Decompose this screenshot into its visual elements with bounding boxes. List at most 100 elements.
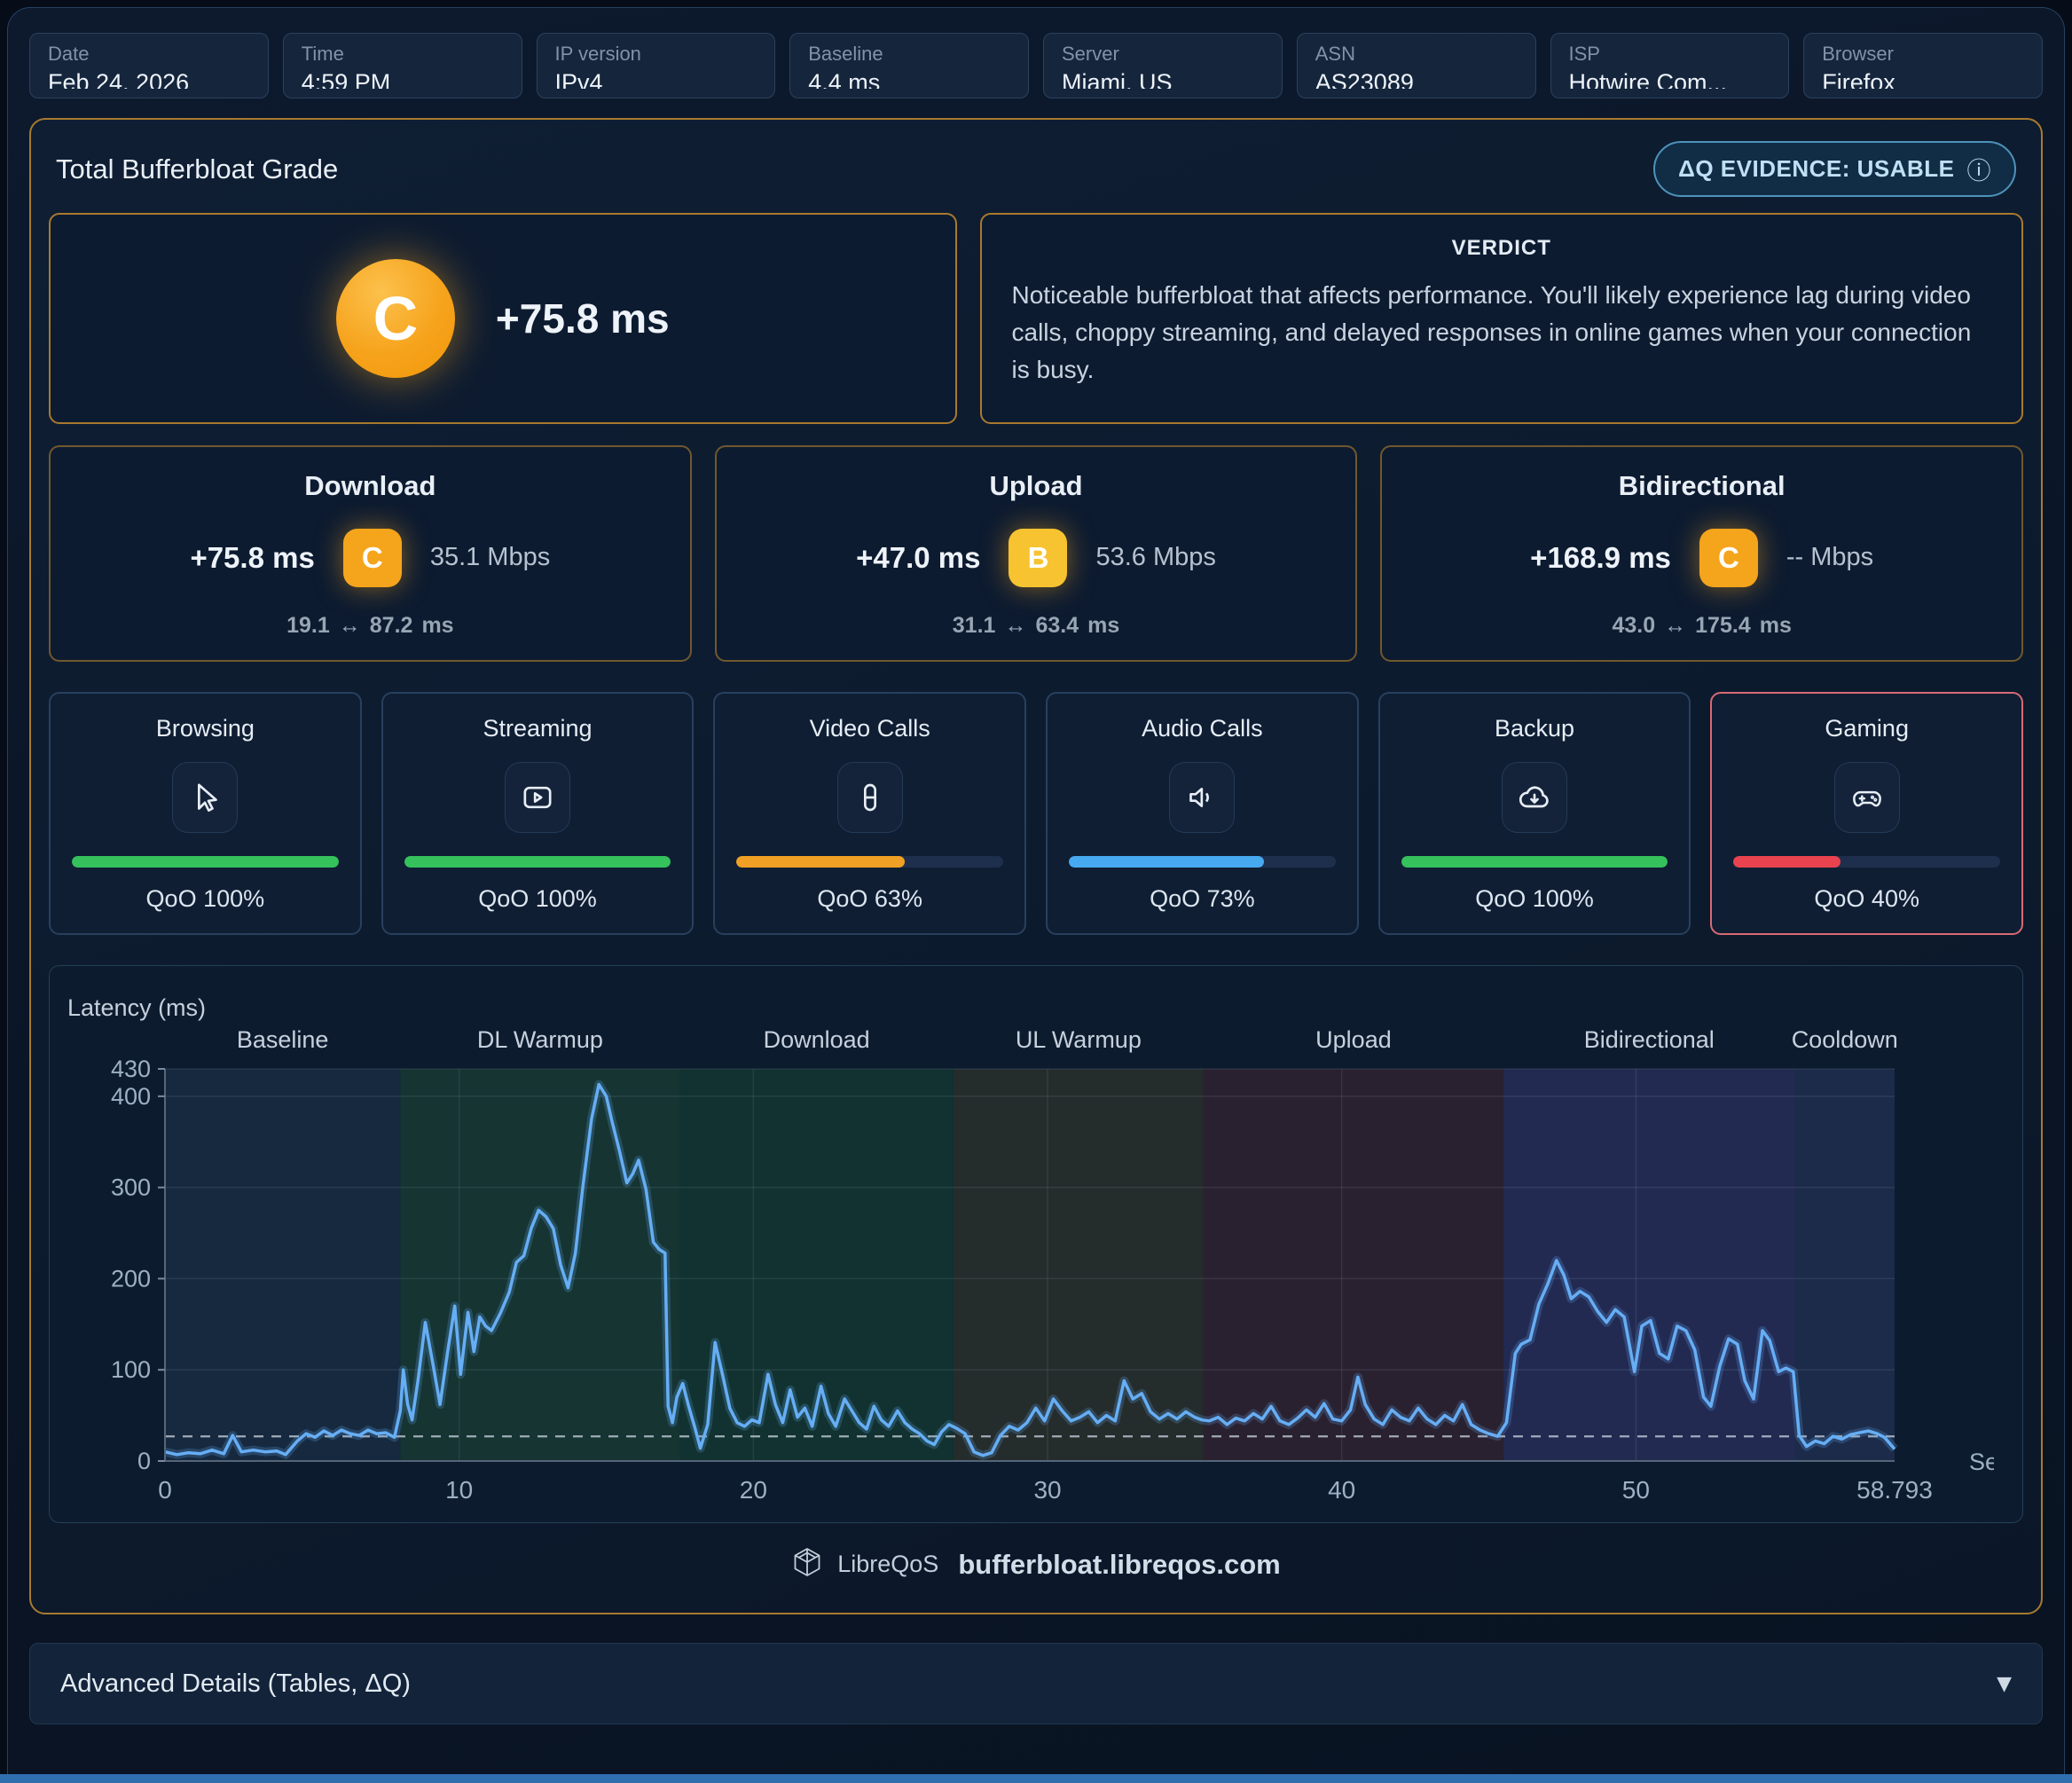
verdict-text: Noticeable bufferbloat that affects perf… xyxy=(1012,277,1991,389)
metrics-row: Download +75.8 ms C 35.1 Mbps 19.1 ↔ 87.… xyxy=(49,445,2023,662)
qoo-label: Backup xyxy=(1495,715,1574,742)
phase-band-baseline xyxy=(165,1069,400,1461)
meta-row: Date Feb 24, 2026 Time 4:59 PM IP versio… xyxy=(29,33,2043,98)
qoo-progress-fill xyxy=(1733,856,1840,868)
metric-speed: 35.1 Mbps xyxy=(430,543,550,572)
chevron-down-icon: ▼ xyxy=(1997,1673,2012,1695)
meta-label: ISP xyxy=(1569,43,1771,66)
video-player-icon xyxy=(505,762,570,833)
metric-card-download: Download +75.8 ms C 35.1 Mbps 19.1 ↔ 87.… xyxy=(49,445,692,662)
y-tick-label: 430 xyxy=(111,1056,151,1082)
qoo-value: QoO 100% xyxy=(478,885,597,913)
meta-value: 4:59 PM xyxy=(302,69,504,89)
meta-label: Server xyxy=(1062,43,1264,66)
meta-value: Hotwire Com... xyxy=(1569,69,1771,89)
metric-range: 19.1 ↔ 87.2 ms xyxy=(286,613,453,639)
metric-delta: +75.8 ms xyxy=(190,541,314,575)
metric-delta: +168.9 ms xyxy=(1530,541,1671,575)
speaker-icon xyxy=(1169,762,1235,833)
libreqos-logo-icon xyxy=(791,1546,823,1583)
x-tick-label: 30 xyxy=(1033,1476,1061,1504)
qoo-value: QoO 100% xyxy=(1475,885,1594,913)
x-tick-label: 58.793 xyxy=(1856,1476,1933,1504)
bufferbloat-grade-panel: Total Bufferbloat Grade ΔQ EVIDENCE: USA… xyxy=(29,118,2043,1614)
meta-label: ASN xyxy=(1315,43,1518,66)
brand-name: LibreQoS xyxy=(837,1551,938,1578)
bottom-accent-strip xyxy=(0,1774,2072,1783)
meta-card-isp: ISP Hotwire Com... xyxy=(1550,33,1790,98)
phase-label-bidirectional: Bidirectional xyxy=(1584,1026,1715,1053)
x-axis-title: Seconds xyxy=(1969,1449,1994,1475)
qoo-label: Streaming xyxy=(483,715,592,742)
meta-value: AS23089 xyxy=(1315,69,1518,89)
qoo-label: Video Calls xyxy=(810,715,930,742)
grade-circle: C xyxy=(336,259,455,378)
latency-chart-canvas: 01002003004004300102030405058.793Latency… xyxy=(60,980,2019,1517)
panel-header: Total Bufferbloat Grade ΔQ EVIDENCE: USA… xyxy=(49,137,2023,213)
metric-speed: -- Mbps xyxy=(1786,543,1873,572)
results-page: Date Feb 24, 2026 Time 4:59 PM IP versio… xyxy=(7,7,2065,1774)
grade-card: C +75.8 ms xyxy=(49,213,957,424)
qoo-label: Browsing xyxy=(156,715,255,742)
grade-row: C +75.8 ms VERDICT Noticeable bufferbloa… xyxy=(49,213,2023,424)
dq-evidence-badge[interactable]: ΔQ EVIDENCE: USABLE ⓘ xyxy=(1653,141,2016,197)
footer: LibreQoS bufferbloat.libreqos.com xyxy=(49,1546,2023,1583)
latency-chart-svg: 01002003004004300102030405058.793Latency… xyxy=(60,980,1994,1512)
y-tick-label: 200 xyxy=(111,1265,151,1292)
meta-value: Feb 24, 2026 xyxy=(48,69,250,89)
qoo-progress-track xyxy=(72,856,339,868)
meta-label: Time xyxy=(302,43,504,66)
metric-range: 43.0 ↔ 175.4 ms xyxy=(1612,613,1791,639)
metric-title: Bidirectional xyxy=(1619,470,1786,502)
cloud-download-icon xyxy=(1502,762,1567,833)
qoo-progress-track xyxy=(1733,856,2000,868)
qoo-card-streaming: Streaming QoO 100% xyxy=(381,692,695,935)
x-tick-label: 0 xyxy=(158,1476,172,1504)
qoo-label: Gaming xyxy=(1825,715,1909,742)
grade-delta: +75.8 ms xyxy=(496,295,670,342)
advanced-details-toggle[interactable]: Advanced Details (Tables, ΔQ) ▼ xyxy=(29,1643,2043,1724)
qoo-card-video-calls: Video Calls QoO 63% xyxy=(713,692,1026,935)
qoo-progress-fill xyxy=(736,856,904,868)
webcam-icon xyxy=(837,762,903,833)
metric-card-upload: Upload +47.0 ms B 53.6 Mbps 31.1 ↔ 63.4 … xyxy=(715,445,1358,662)
qoo-value: QoO 40% xyxy=(1814,885,1919,913)
qoo-card-gaming: Gaming QoO 40% xyxy=(1710,692,2023,935)
qoo-label: Audio Calls xyxy=(1142,715,1263,742)
meta-card-browser: Browser Firefox xyxy=(1803,33,2043,98)
meta-card-date: Date Feb 24, 2026 xyxy=(29,33,269,98)
info-icon[interactable]: ⓘ xyxy=(1967,152,1992,186)
range-arrow-icon: ↔ xyxy=(1004,613,1026,639)
meta-value: Firefox xyxy=(1822,69,2024,89)
verdict-title: VERDICT xyxy=(1012,236,1991,261)
y-tick-label: 0 xyxy=(137,1448,151,1474)
meta-label: Date xyxy=(48,43,250,66)
verdict-card: VERDICT Noticeable bufferbloat that affe… xyxy=(980,213,2023,424)
y-axis-title: Latency (ms) xyxy=(67,994,206,1021)
dq-evidence-label: ΔQ EVIDENCE: USABLE xyxy=(1678,155,1954,183)
qoo-progress-track xyxy=(1069,856,1336,868)
meta-card-ip-version: IP version IPv4 xyxy=(537,33,776,98)
x-tick-label: 40 xyxy=(1328,1476,1355,1504)
metric-card-bidirectional: Bidirectional +168.9 ms C -- Mbps 43.0 ↔… xyxy=(1380,445,2023,662)
meta-card-time: Time 4:59 PM xyxy=(283,33,522,98)
advanced-details-label: Advanced Details (Tables, ΔQ) xyxy=(60,1669,411,1699)
page-title: Total Bufferbloat Grade xyxy=(56,153,338,185)
qoo-progress-track xyxy=(736,856,1003,868)
meta-card-server: Server Miami, US xyxy=(1043,33,1283,98)
meta-label: Baseline xyxy=(808,43,1010,66)
meta-card-asn: ASN AS23089 xyxy=(1297,33,1536,98)
x-tick-label: 20 xyxy=(740,1476,767,1504)
qoo-card-audio-calls: Audio Calls QoO 73% xyxy=(1046,692,1359,935)
phase-label-baseline: Baseline xyxy=(237,1026,329,1053)
meta-label: IP version xyxy=(555,43,757,66)
metric-speed: 53.6 Mbps xyxy=(1095,543,1215,572)
phase-label-dl-warmup: DL Warmup xyxy=(477,1026,603,1053)
meta-value: IPv4 xyxy=(555,69,757,89)
metric-grade-badge: C xyxy=(343,529,402,587)
phase-band-cooldown xyxy=(1794,1069,1895,1461)
range-arrow-icon: ↔ xyxy=(1664,613,1686,639)
phase-label-cooldown: Cooldown xyxy=(1792,1026,1898,1053)
qoo-value: QoO 63% xyxy=(817,885,922,913)
phase-band-ul-warmup xyxy=(954,1069,1204,1461)
